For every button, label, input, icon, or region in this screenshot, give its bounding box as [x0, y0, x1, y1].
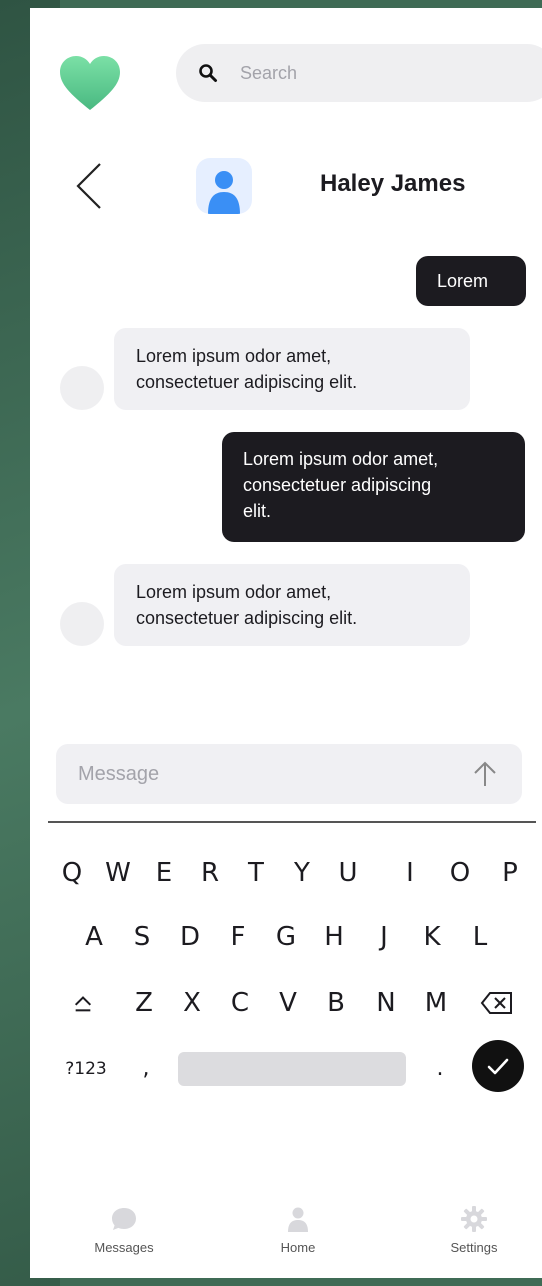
person-icon: [208, 171, 240, 214]
message-line: consectetuer adipiscing elit.: [136, 608, 358, 628]
spacebar[interactable]: [178, 1052, 406, 1086]
key-y[interactable]: Y: [282, 848, 322, 898]
nav-home[interactable]: Home: [248, 1204, 348, 1255]
key-f[interactable]: F: [218, 912, 258, 962]
search-icon: [199, 64, 217, 82]
key-w[interactable]: W: [98, 848, 138, 898]
message-line: consectetuer adipiscing elit.: [136, 372, 358, 392]
key-u[interactable]: U: [328, 848, 368, 898]
sender-avatar: [60, 602, 104, 646]
nav-label: Settings: [450, 1240, 498, 1255]
contact-avatar: [196, 158, 252, 214]
contact-name: Haley James: [320, 170, 466, 197]
nav-settings[interactable]: Settings: [424, 1204, 524, 1255]
heart-logo-icon: [60, 56, 120, 110]
message-text: Lorem: [437, 271, 489, 291]
received-message: Lorem ipsum odor amet, consectetuer adip…: [114, 328, 470, 410]
message-line: consectetuer adipiscing: [243, 475, 432, 495]
shift-icon[interactable]: [72, 992, 94, 1014]
key-b[interactable]: B: [316, 978, 356, 1028]
message-placeholder: Message: [78, 763, 160, 785]
key-d[interactable]: D: [170, 912, 210, 962]
key-q[interactable]: Q: [52, 848, 92, 898]
sent-message: Lorem ipsum odor amet, consectetuer adip…: [222, 432, 525, 542]
numbers-key[interactable]: ?123: [58, 1044, 114, 1094]
received-message: Lorem ipsum odor amet, consectetuer adip…: [114, 564, 470, 646]
key-r[interactable]: R: [190, 848, 230, 898]
message-line: Lorem ipsum odor amet,: [136, 582, 332, 602]
back-chevron-icon[interactable]: [74, 162, 104, 210]
key-z[interactable]: Z: [124, 978, 164, 1028]
key-g[interactable]: G: [266, 912, 306, 962]
key-a[interactable]: A: [74, 912, 114, 962]
key-n[interactable]: N: [366, 978, 406, 1028]
nav-label: Home: [280, 1240, 316, 1255]
key-h[interactable]: H: [314, 912, 354, 962]
keyboard-row-3: Z X C V B N M: [30, 978, 542, 1028]
message-input[interactable]: Message: [56, 744, 522, 804]
phone-screen: Search Haley James Lorem Lorem ipsum odo…: [30, 8, 542, 1278]
key-m[interactable]: M: [416, 978, 456, 1028]
keyboard-divider: [48, 821, 536, 823]
message-line: Lorem ipsum odor amet,: [243, 449, 439, 469]
message-line: elit.: [243, 501, 272, 521]
chat-bubble-icon: [112, 1208, 136, 1230]
message-line: Lorem ipsum odor amet,: [136, 346, 332, 366]
search-bar[interactable]: Search: [176, 44, 542, 102]
key-j[interactable]: J: [364, 912, 404, 962]
done-key[interactable]: [472, 1040, 524, 1092]
nav-label: Messages: [94, 1240, 154, 1255]
comma-key[interactable]: ,: [126, 1044, 166, 1094]
backspace-icon[interactable]: [480, 991, 514, 1015]
key-k[interactable]: K: [412, 912, 452, 962]
key-e[interactable]: E: [144, 848, 184, 898]
key-i[interactable]: I: [390, 848, 430, 898]
keyboard-row-1: Q W E R T Y U I O P: [30, 848, 542, 898]
key-c[interactable]: C: [220, 978, 260, 1028]
key-v[interactable]: V: [268, 978, 308, 1028]
keyboard-row-4: ?123 , .: [30, 1040, 542, 1094]
period-key[interactable]: .: [420, 1044, 460, 1094]
keyboard-row-2: A S D F G H J K L: [30, 912, 542, 962]
sent-message: Lorem: [416, 256, 526, 306]
key-l[interactable]: L: [460, 912, 500, 962]
sender-avatar: [60, 366, 104, 410]
checkmark-icon: [487, 1058, 509, 1075]
key-o[interactable]: O: [440, 848, 480, 898]
nav-messages[interactable]: Messages: [74, 1204, 174, 1255]
key-t[interactable]: T: [236, 848, 276, 898]
person-icon: [288, 1207, 308, 1232]
search-placeholder: Search: [240, 63, 298, 83]
gear-icon: [461, 1206, 487, 1232]
arrow-up-icon[interactable]: [472, 760, 498, 788]
key-x[interactable]: X: [172, 978, 212, 1028]
key-p[interactable]: P: [490, 848, 530, 898]
key-s[interactable]: S: [122, 912, 162, 962]
